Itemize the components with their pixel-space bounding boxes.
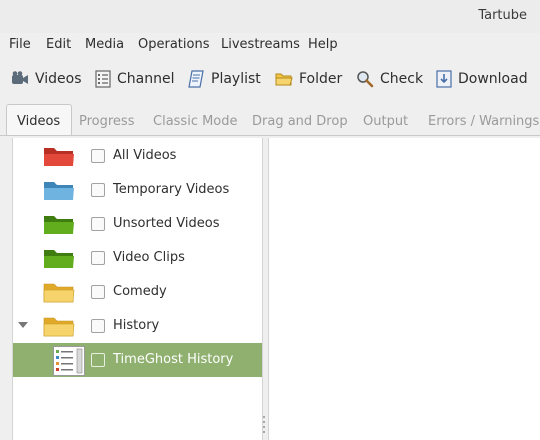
pane-resize-handle[interactable] <box>263 416 266 438</box>
channel-icon <box>95 70 111 88</box>
tree-row-label: History <box>113 318 160 333</box>
row-checkbox[interactable] <box>91 319 105 333</box>
tree-row-timeghost-history[interactable]: TimeGhost History <box>13 343 262 377</box>
tree-row-temporary-videos[interactable]: Temporary Videos <box>13 173 262 207</box>
check-all-button[interactable]: Check <box>356 68 423 90</box>
add-playlist-button[interactable]: Playlist <box>188 68 261 90</box>
collapse-arrow-icon[interactable] <box>18 322 28 328</box>
tab-drag-and-drop[interactable]: Drag and Drop <box>252 114 348 129</box>
menu-bar: File Edit Media Operations Livestreams H… <box>0 33 540 57</box>
playlist-icon <box>188 70 204 88</box>
row-checkbox[interactable] <box>91 353 105 367</box>
tab-videos[interactable]: Videos <box>17 114 60 129</box>
add-folder-button[interactable]: Folder <box>275 68 342 90</box>
toolbar-videos-label: Videos <box>35 71 82 87</box>
tree-row-label: Temporary Videos <box>113 182 230 197</box>
videos-icon <box>12 71 28 84</box>
title-bar: Tartube <box>0 0 540 33</box>
menu-media[interactable]: Media <box>85 37 124 52</box>
menu-file[interactable]: File <box>9 37 31 52</box>
add-videos-button[interactable]: Videos <box>11 68 82 90</box>
folder-icon-yellow <box>43 283 75 303</box>
folder-icon-green <box>44 216 74 234</box>
toolbar-folder-label: Folder <box>299 71 343 87</box>
video-index-tree[interactable]: All Videos Temporary Videos Unsorted Vid… <box>12 138 263 440</box>
tab-classic-mode[interactable]: Classic Mode <box>153 114 238 129</box>
row-checkbox[interactable] <box>91 285 105 299</box>
toolbar-playlist-label: Playlist <box>211 71 261 87</box>
toolbar-download-label: Download <box>458 71 528 87</box>
row-checkbox[interactable] <box>91 217 105 231</box>
tree-row-label: Video Clips <box>113 250 185 265</box>
menu-operations[interactable]: Operations <box>138 37 209 52</box>
tree-row-label: Unsorted Videos <box>113 216 220 231</box>
row-checkbox[interactable] <box>91 183 105 197</box>
toolbar-check-label: Check <box>380 71 424 87</box>
tree-row-label: Comedy <box>113 284 167 299</box>
folder-icon-green <box>44 250 74 268</box>
download-icon <box>436 70 452 88</box>
download-all-button[interactable]: Download <box>436 68 528 90</box>
row-checkbox[interactable] <box>91 251 105 265</box>
menu-livestreams[interactable]: Livestreams <box>221 37 300 52</box>
folder-icon-yellow <box>43 317 75 337</box>
folder-icon <box>275 73 293 86</box>
menu-help[interactable]: Help <box>308 37 338 52</box>
tab-progress[interactable]: Progress <box>79 114 134 129</box>
tree-row-label: All Videos <box>113 148 177 163</box>
tab-bar: Videos Progress Classic Mode Drag and Dr… <box>0 104 540 136</box>
folder-icon-red <box>44 148 74 166</box>
channel-thumbnail-icon <box>53 346 85 376</box>
add-channel-button[interactable]: Channel <box>95 68 174 90</box>
tree-row-history[interactable]: History <box>13 309 262 343</box>
tab-errors-warnings[interactable]: Errors / Warnings <box>428 114 539 129</box>
tree-row-video-clips[interactable]: Video Clips <box>13 241 262 275</box>
check-icon <box>357 71 374 88</box>
tree-row-comedy[interactable]: Comedy <box>13 275 262 309</box>
menu-edit[interactable]: Edit <box>46 37 71 52</box>
row-checkbox[interactable] <box>91 149 105 163</box>
tab-output[interactable]: Output <box>363 114 408 129</box>
toolbar-channel-label: Channel <box>117 71 175 87</box>
folder-icon-blue <box>44 182 74 200</box>
tree-row-label: TimeGhost History <box>113 352 234 367</box>
window-title: Tartube <box>478 8 527 23</box>
tab-divider <box>0 135 540 136</box>
tree-row-all-videos[interactable]: All Videos <box>13 139 262 173</box>
toolbar: Videos Channel Playlist Folder Check Dow… <box>0 60 540 100</box>
tree-row-unsorted-videos[interactable]: Unsorted Videos <box>13 207 262 241</box>
video-catalogue-pane <box>268 138 540 440</box>
